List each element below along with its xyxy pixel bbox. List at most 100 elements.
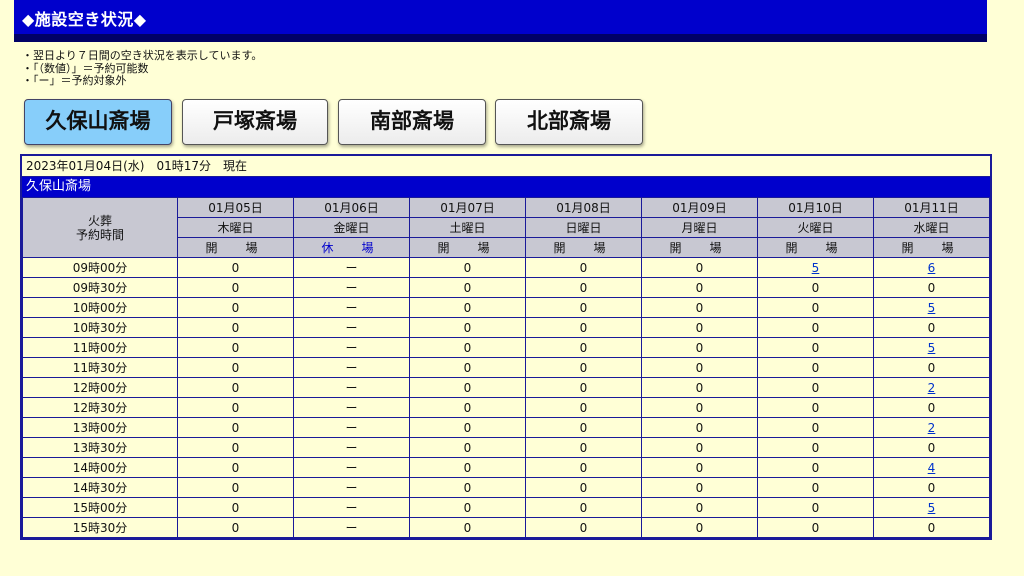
tab-kuboyama[interactable]: 久保山斎場 xyxy=(24,99,172,145)
time-slot-label: 11時30分 xyxy=(22,357,178,378)
tab-nanbu[interactable]: 南部斎場 xyxy=(338,99,486,145)
availability-cell: 0 xyxy=(757,517,874,538)
availability-cell: 0 xyxy=(757,497,874,518)
availability-cell: 0 xyxy=(641,417,758,438)
availability-cell: 4 xyxy=(873,457,990,478)
availability-cell: 0 xyxy=(641,257,758,278)
time-slot-label: 13時00分 xyxy=(22,417,178,438)
corner-label: 火葬 xyxy=(87,213,112,228)
reserve-slot-link[interactable]: 5 xyxy=(928,301,936,315)
availability-cell: 0 xyxy=(641,297,758,318)
availability-cell: 0 xyxy=(409,417,526,438)
status-header: 休 場 xyxy=(293,237,410,258)
availability-cell: ー xyxy=(293,317,410,338)
notes: ・翌日より７日間の空き状況を表示しています。 ・「（数値）」＝予約可能数 ・「ー… xyxy=(22,49,262,88)
availability-cell: 0 xyxy=(177,497,294,518)
availability-cell: 0 xyxy=(409,457,526,478)
table-row: 09時30分 0 ー 0 0 0 0 0 xyxy=(22,277,990,298)
availability-cell: 0 xyxy=(409,357,526,378)
availability-cell: 0 xyxy=(641,497,758,518)
availability-cell: 0 xyxy=(409,437,526,458)
availability-cell: 0 xyxy=(177,417,294,438)
availability-cell: 0 xyxy=(177,397,294,418)
availability-panel: 2023年01月04日(水) 01時17分 現在 久保山斎場 火葬 予約時間 0… xyxy=(20,154,992,540)
status-header: 開 場 xyxy=(177,237,294,258)
availability-cell: 0 xyxy=(641,337,758,358)
availability-cell: 0 xyxy=(757,357,874,378)
availability-cell: 0 xyxy=(525,377,642,398)
availability-cell: 0 xyxy=(757,437,874,458)
availability-cell: 0 xyxy=(525,417,642,438)
availability-cell: 0 xyxy=(525,477,642,498)
tab-hokubu[interactable]: 北部斎場 xyxy=(495,99,643,145)
availability-cell: 0 xyxy=(177,437,294,458)
availability-cell: 0 xyxy=(757,277,874,298)
corner-label: 予約時間 xyxy=(75,227,124,242)
availability-cell: 0 xyxy=(177,457,294,478)
availability-cell: 2 xyxy=(873,377,990,398)
availability-cell: ー xyxy=(293,377,410,398)
time-slot-label: 11時00分 xyxy=(22,337,178,358)
table-row: 10時00分 0 ー 0 0 0 0 5 xyxy=(22,297,990,318)
table-row: 13時00分 0 ー 0 0 0 0 2 xyxy=(22,417,990,438)
reserve-slot-link[interactable]: 5 xyxy=(812,261,820,275)
availability-cell: 0 xyxy=(525,257,642,278)
availability-cell: 0 xyxy=(757,457,874,478)
availability-cell: 0 xyxy=(177,517,294,538)
availability-cell: 0 xyxy=(177,317,294,338)
status-header: 開 場 xyxy=(757,237,874,258)
reserve-slot-link[interactable]: 6 xyxy=(928,261,936,275)
availability-cell: ー xyxy=(293,357,410,378)
availability-cell: ー xyxy=(293,257,410,278)
availability-cell: 0 xyxy=(409,397,526,418)
availability-cell: 0 xyxy=(873,517,990,538)
weekday-header: 金曜日 xyxy=(293,217,410,238)
availability-cell: 0 xyxy=(757,417,874,438)
availability-cell: 0 xyxy=(409,477,526,498)
time-slot-label: 09時00分 xyxy=(22,257,178,278)
venue-name: 久保山斎場 xyxy=(22,177,990,197)
availability-cell: 0 xyxy=(641,377,758,398)
weekday-header: 木曜日 xyxy=(177,217,294,238)
corner-header: 火葬 予約時間 xyxy=(22,197,178,258)
reserve-slot-link[interactable]: 2 xyxy=(928,421,936,435)
date-header: 01月09日 xyxy=(641,197,758,218)
availability-cell: 0 xyxy=(757,317,874,338)
availability-cell: 0 xyxy=(641,317,758,338)
availability-cell: 0 xyxy=(641,477,758,498)
time-slot-label: 15時00分 xyxy=(22,497,178,518)
availability-cell: 0 xyxy=(525,297,642,318)
weekday-header: 月曜日 xyxy=(641,217,758,238)
current-datetime: 2023年01月04日(水) 01時17分 現在 xyxy=(22,156,990,177)
table-row: 09時00分 0 ー 0 0 0 5 6 xyxy=(22,257,990,278)
availability-cell: 0 xyxy=(641,437,758,458)
availability-cell: 0 xyxy=(525,397,642,418)
availability-cell: 0 xyxy=(525,457,642,478)
availability-cell: 0 xyxy=(641,357,758,378)
reserve-slot-link[interactable]: 2 xyxy=(928,381,936,395)
availability-cell: 0 xyxy=(525,337,642,358)
availability-cell: 0 xyxy=(641,397,758,418)
reserve-slot-link[interactable]: 4 xyxy=(928,461,936,475)
reserve-slot-link[interactable]: 5 xyxy=(928,501,936,515)
availability-cell: 0 xyxy=(757,397,874,418)
page-title: ◆施設空き状況◆ xyxy=(22,10,147,29)
availability-cell: 0 xyxy=(873,437,990,458)
status-header: 開 場 xyxy=(873,237,990,258)
availability-cell: 0 xyxy=(177,297,294,318)
tab-totsuka[interactable]: 戸塚斎場 xyxy=(182,99,328,145)
status-header: 開 場 xyxy=(641,237,758,258)
availability-cell: ー xyxy=(293,437,410,458)
availability-cell: ー xyxy=(293,477,410,498)
header-bar: ◆施設空き状況◆ xyxy=(14,0,987,42)
reserve-slot-link[interactable]: 5 xyxy=(928,341,936,355)
availability-cell: 5 xyxy=(757,257,874,278)
availability-cell: 0 xyxy=(177,357,294,378)
availability-cell: 0 xyxy=(409,277,526,298)
availability-cell: 5 xyxy=(873,337,990,358)
date-header: 01月08日 xyxy=(525,197,642,218)
weekday-header: 日曜日 xyxy=(525,217,642,238)
time-slot-label: 10時30分 xyxy=(22,317,178,338)
availability-cell: 0 xyxy=(873,277,990,298)
time-slot-label: 15時30分 xyxy=(22,517,178,538)
